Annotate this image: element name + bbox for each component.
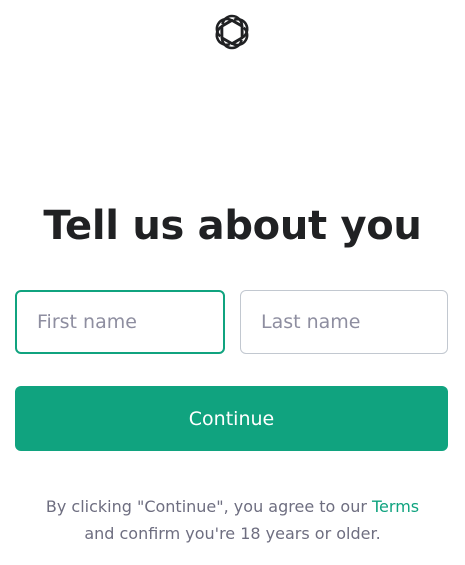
first-name-input[interactable]: [15, 290, 225, 354]
terms-link[interactable]: Terms: [372, 497, 419, 516]
openai-logo-icon: [210, 10, 254, 54]
legal-text-prefix: By clicking "Continue", you agree to our: [45, 497, 372, 516]
last-name-input[interactable]: [240, 290, 448, 354]
legal-line-2: and confirm you're 18 years or older.: [84, 524, 381, 543]
page-title: Tell us about you: [43, 203, 422, 249]
legal-line-1: By clicking "Continue", you agree to our…: [0, 493, 465, 520]
continue-button[interactable]: Continue: [15, 386, 448, 451]
openai-logo-svg: [215, 14, 249, 50]
legal-notice: By clicking "Continue", you agree to our…: [0, 493, 465, 547]
